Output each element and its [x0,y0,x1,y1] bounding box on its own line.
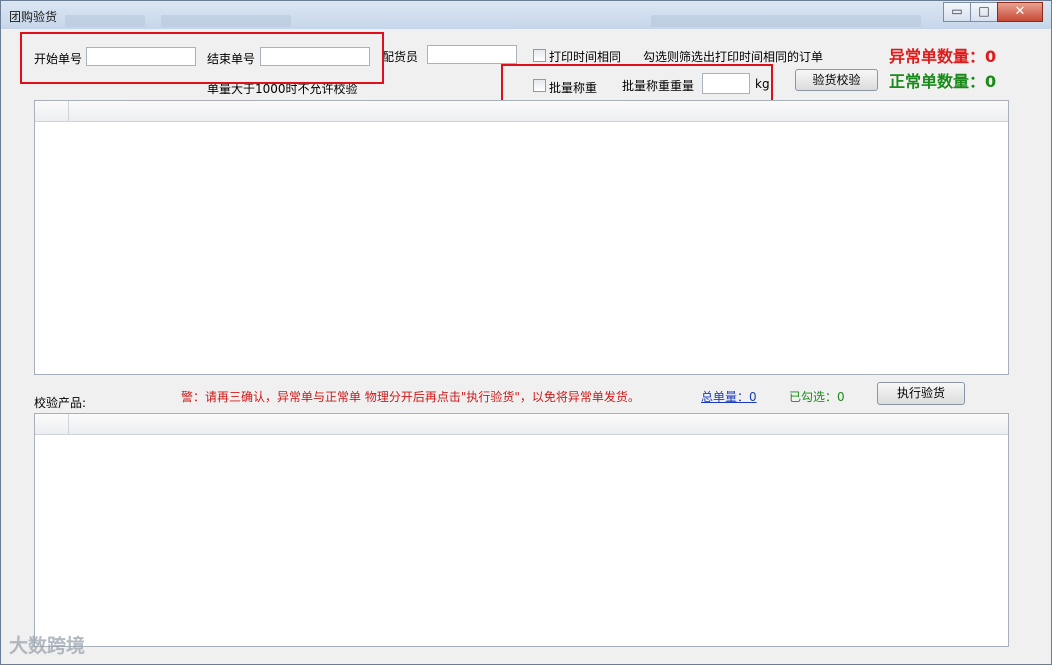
watermark: 大数跨境 [9,631,85,658]
orders-grid[interactable] [34,100,1009,375]
close-button[interactable]: ✕ [997,2,1043,22]
products-grid-header[interactable] [35,414,1008,435]
abnormal-count-label: 异常单数量： [889,47,986,66]
same-print-time-checkbox[interactable] [533,49,546,62]
normal-count-value: 0 [985,72,997,91]
products-section-label: 校验产品: [34,396,87,410]
orders-grid-header[interactable] [35,101,1008,122]
window-title: 团购验货 [9,10,58,24]
total-orders-link[interactable]: 总单量：0 [701,388,757,405]
maximize-button[interactable]: □ [970,2,998,22]
normal-count-label: 正常单数量： [889,72,986,91]
products-grid-row-header-divider [68,414,69,434]
orders-grid-row-header-divider [68,101,69,121]
maximize-icon: □ [978,4,990,18]
background-window-ghost [161,15,291,27]
abnormal-count-value: 0 [985,47,997,66]
background-window-ghost [65,15,145,27]
watermark-text: 大数跨境 [9,635,86,657]
order-range-highlight [20,32,384,84]
abnormal-count: 异常单数量：0 [889,43,996,67]
minimize-button[interactable]: ▭ [943,2,971,22]
same-print-time-hint: 勾选则筛选出打印时间相同的订单 [643,50,824,64]
picker-input[interactable] [427,45,517,64]
minimize-icon: ▭ [951,4,963,18]
picker-label: 配货员 [382,50,419,64]
warning-text: 警：请再三确认，异常单与正常单 物理分开后再点击"执行验货"，以免将异常单发货。 [181,390,640,404]
checked-count: 已勾选：0 [789,390,845,404]
verify-button[interactable]: 验货校验 [795,69,878,91]
background-window-ghost [651,15,921,27]
close-icon: ✕ [1014,4,1026,19]
client-area: 开始单号 结束单号 配货员 打印时间相同 勾选则筛选出打印时间相同的订单 单量大… [9,29,1043,661]
same-print-time-label[interactable]: 打印时间相同 [549,48,621,65]
execute-inspection-button[interactable]: 执行验货 [877,382,965,405]
group-buy-inspection-window: 团购验货 ▭ □ ✕ 开始单号 结束单号 配货员 打印时间相同 勾选则筛选出打印… [0,0,1052,665]
normal-count: 正常单数量：0 [889,68,996,92]
title-bar[interactable]: 团购验货 ▭ □ ✕ [1,1,1051,29]
products-grid[interactable] [34,413,1009,647]
